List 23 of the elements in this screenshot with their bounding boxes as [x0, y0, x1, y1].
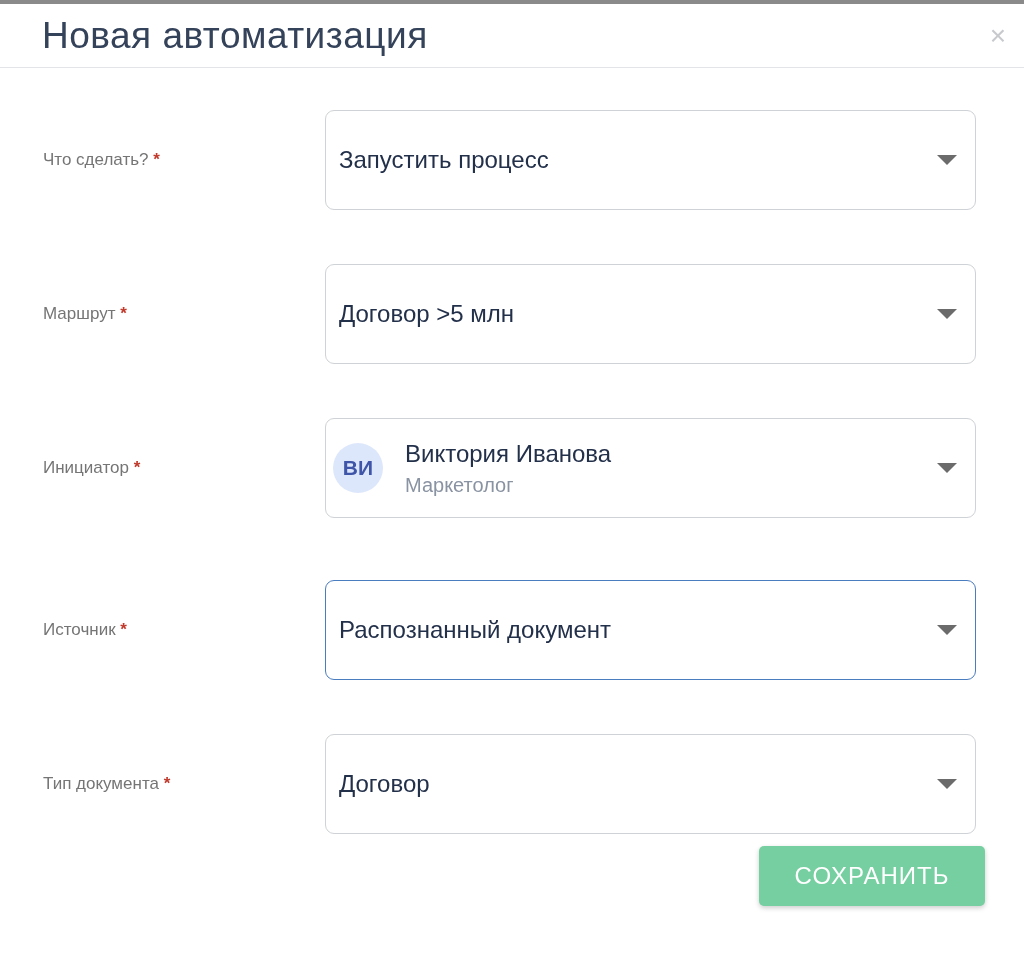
field-label: Что сделать? * — [43, 150, 161, 170]
dropdown[interactable]: Договор — [325, 734, 976, 834]
avatar: ВИ — [333, 443, 383, 493]
dropdown-value: Запустить процесс — [339, 146, 550, 174]
dropdown[interactable]: ВИ Виктория Иванова Маркетолог — [325, 418, 976, 518]
field-label: Тип документа * — [43, 774, 172, 794]
dropdown[interactable]: Распознанный документ — [325, 580, 976, 680]
field-label: Источник * — [43, 620, 128, 640]
dropdown-subtitle: Маркетолог — [405, 473, 515, 497]
dropdown-value: Виктория Иванова — [405, 439, 613, 468]
caret-icon — [937, 309, 957, 319]
caret-icon — [937, 779, 957, 789]
dropdown[interactable]: Договор >5 млн — [325, 264, 976, 364]
caret-icon — [937, 155, 957, 165]
dialog-title: Новая автоматизация — [42, 14, 428, 57]
field-label: Инициатор * — [43, 458, 142, 478]
field-label: Маршрут * — [43, 304, 128, 324]
dropdown-value: Договор — [339, 770, 431, 798]
caret-icon — [937, 625, 957, 635]
caret-icon — [937, 463, 957, 473]
dropdown[interactable]: Запустить процесс — [325, 110, 976, 210]
dropdown-value: Распознанный документ — [339, 616, 612, 644]
dropdown-value: Договор >5 млн — [339, 300, 516, 328]
